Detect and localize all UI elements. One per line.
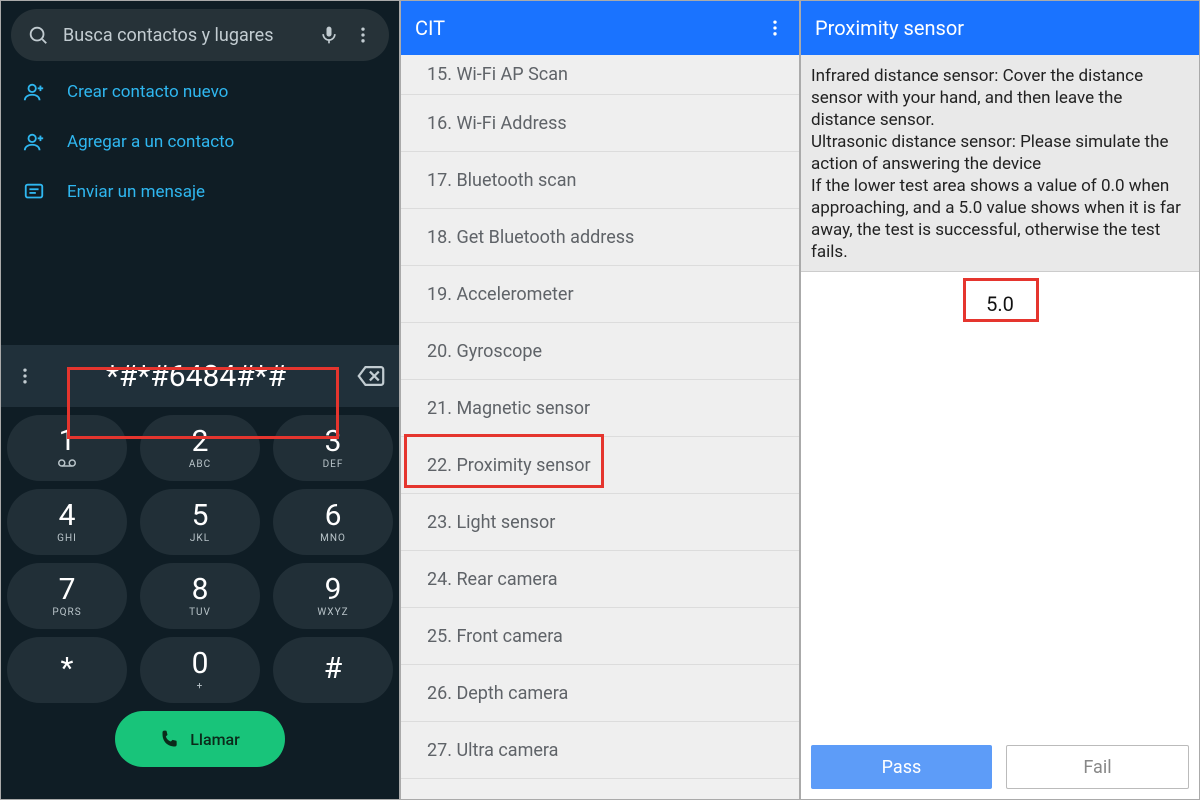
phone-icon: [160, 729, 180, 749]
key-star[interactable]: *: [7, 637, 127, 703]
menu-create-contact[interactable]: Crear contacto nuevo: [1, 67, 399, 117]
menu-add-to-contact[interactable]: Agregar a un contacto: [1, 117, 399, 167]
menu-label: Enviar un mensaje: [67, 182, 205, 202]
menu-label: Crear contacto nuevo: [67, 82, 228, 102]
cit-item[interactable]: 20. Gyroscope: [401, 323, 799, 380]
add-person-icon: [23, 131, 67, 153]
keypad: 1 2ABC 3DEF 4GHI 5JKL 6MNO 7PQRS 8TUV 9W…: [1, 407, 399, 767]
cit-item[interactable]: 24. Rear camera: [401, 551, 799, 608]
message-icon: [23, 181, 67, 203]
search-placeholder: Busca contactos y lugares: [63, 25, 319, 46]
key-4[interactable]: 4GHI: [7, 489, 127, 555]
result-buttons: Pass Fail: [801, 745, 1199, 789]
proximity-read-area: 5.0: [801, 272, 1199, 772]
cit-item[interactable]: 17. Bluetooth scan: [401, 152, 799, 209]
cit-title: CIT: [415, 16, 765, 40]
key-9[interactable]: 9WXYZ: [273, 563, 393, 629]
cit-list: 15. Wi-Fi AP Scan16. Wi-Fi Address17. Bl…: [401, 55, 799, 779]
dial-more-icon[interactable]: [5, 366, 45, 386]
key-5[interactable]: 5JKL: [140, 489, 260, 555]
key-3[interactable]: 3DEF: [273, 415, 393, 481]
cit-appbar: CIT: [401, 1, 799, 55]
more-icon[interactable]: [765, 18, 785, 38]
key-6[interactable]: 6MNO: [273, 489, 393, 555]
cit-panel: CIT 15. Wi-Fi AP Scan16. Wi-Fi Address17…: [400, 0, 800, 800]
proximity-panel: Proximity sensor Infrared distance senso…: [800, 0, 1200, 800]
search-icon: [27, 24, 49, 46]
proximity-reading: 5.0: [986, 292, 1014, 316]
call-label: Llamar: [190, 730, 240, 749]
search-bar[interactable]: Busca contactos y lugares: [11, 9, 389, 61]
key-0[interactable]: 0+: [140, 637, 260, 703]
add-person-icon: [23, 81, 67, 103]
backspace-icon[interactable]: [347, 366, 395, 386]
call-button[interactable]: Llamar: [115, 711, 285, 767]
cit-item[interactable]: 22. Proximity sensor: [401, 437, 799, 494]
key-1[interactable]: 1: [7, 415, 127, 481]
fail-button[interactable]: Fail: [1006, 745, 1189, 789]
proximity-title: Proximity sensor: [815, 16, 1185, 40]
pass-button[interactable]: Pass: [811, 745, 992, 789]
mic-icon[interactable]: [319, 25, 339, 45]
cit-item[interactable]: 26. Depth camera: [401, 665, 799, 722]
key-7[interactable]: 7PQRS: [7, 563, 127, 629]
cit-item[interactable]: 18. Get Bluetooth address: [401, 209, 799, 266]
menu-send-message[interactable]: Enviar un mensaje: [1, 167, 399, 217]
dial-input-row: *#*#6484#*#: [1, 345, 399, 407]
cit-item[interactable]: 16. Wi-Fi Address: [401, 95, 799, 152]
more-icon[interactable]: [353, 25, 373, 45]
voicemail-icon: [58, 458, 76, 471]
key-hash[interactable]: #: [273, 637, 393, 703]
cit-item[interactable]: 23. Light sensor: [401, 494, 799, 551]
dial-code: *#*#6484#*#: [45, 359, 347, 394]
key-8[interactable]: 8TUV: [140, 563, 260, 629]
dialer-panel: Busca contactos y lugares Crear contacto…: [0, 0, 400, 800]
cit-item[interactable]: 27. Ultra camera: [401, 722, 799, 779]
cit-item[interactable]: 21. Magnetic sensor: [401, 380, 799, 437]
key-2[interactable]: 2ABC: [140, 415, 260, 481]
proximity-instructions: Infrared distance sensor: Cover the dist…: [801, 55, 1199, 272]
cit-item[interactable]: 25. Front camera: [401, 608, 799, 665]
cit-item[interactable]: 19. Accelerometer: [401, 266, 799, 323]
cit-item[interactable]: 15. Wi-Fi AP Scan: [401, 55, 799, 95]
proximity-appbar: Proximity sensor: [801, 1, 1199, 55]
menu-label: Agregar a un contacto: [67, 132, 234, 152]
